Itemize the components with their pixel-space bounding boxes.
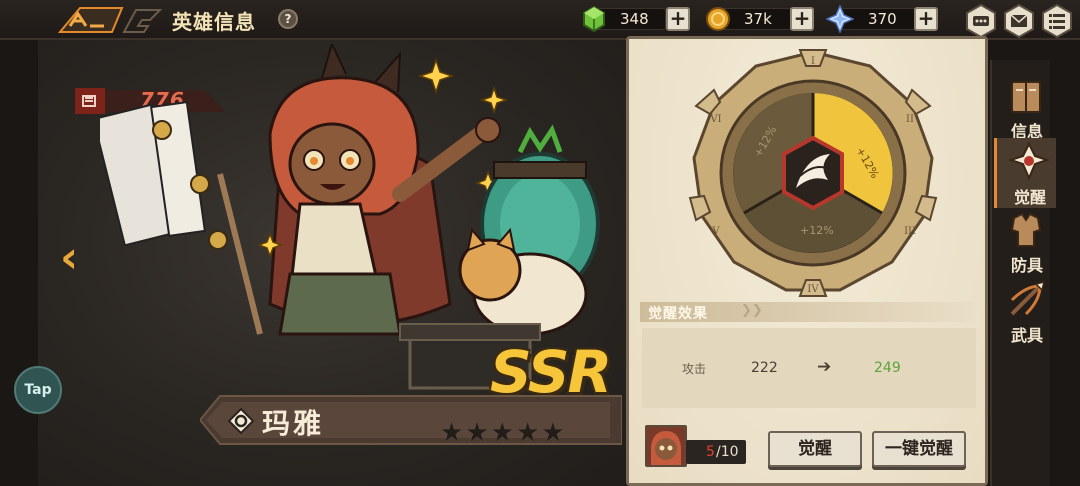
star-rating: ★ ★ ★ ★ ★ [440, 420, 565, 446]
roman-numeral: II [906, 114, 914, 125]
awakening-dial: I II III IV V VI +12% +12% +12% [688, 49, 938, 297]
shard-max: /10 [716, 444, 739, 460]
back-logo-icon[interactable] [52, 4, 162, 36]
resource-gems: 348 + [580, 5, 690, 33]
tap-button[interactable]: Tap [14, 366, 62, 414]
crystal-icon [826, 5, 854, 33]
star-icon: ★ [541, 418, 565, 448]
prev-hero-arrow[interactable]: ‹ [60, 232, 78, 283]
awaken-all-button[interactable]: 一键觉醒 [872, 431, 966, 467]
stat-next: 249 [874, 360, 901, 376]
roman-numeral: III [904, 226, 916, 237]
awaken-button[interactable]: 觉醒 [768, 431, 862, 467]
tab-label: 防具 [1010, 256, 1043, 275]
talisman-staff-icon [100, 100, 263, 335]
menu-icon[interactable] [1040, 4, 1074, 38]
gold-coin-icon [706, 7, 730, 31]
star-icon: ★ [490, 418, 514, 448]
tab-label: 觉醒 [1013, 188, 1046, 207]
add-coins-button[interactable]: + [790, 7, 814, 31]
page-title: 英雄信息 [172, 10, 256, 34]
stat-label: 攻击 [682, 362, 707, 376]
star-icon: ★ [465, 418, 489, 448]
green-gem-icon [583, 5, 605, 33]
effects-title: 觉醒效果 [648, 306, 708, 322]
star-icon: ★ [515, 418, 540, 448]
chat-icon[interactable] [964, 4, 998, 38]
roman-numeral: I [811, 56, 815, 67]
roman-numeral: V [711, 226, 720, 237]
hero-name: 玛雅 [262, 407, 325, 440]
roman-numeral: IV [807, 284, 819, 295]
star-icon: ★ [440, 418, 464, 448]
chevrons-icon: ❯❯ [741, 303, 763, 318]
armor-icon [1010, 212, 1042, 247]
tab-info[interactable]: 信息 [994, 72, 1056, 142]
add-gems-button[interactable]: + [666, 7, 690, 31]
gems-value: 348 [620, 10, 649, 28]
top-bar: 英雄信息 ? 348 + 37k + 370 + [0, 0, 1080, 40]
crystals-value: 370 [868, 10, 897, 28]
stat-current: 222 [751, 360, 778, 376]
arrow-right-icon: ➔ [817, 357, 832, 377]
resource-crystals: 370 + [826, 5, 940, 33]
hero-face-icon [647, 427, 685, 465]
hero-shard-avatar [645, 425, 687, 467]
awaken-emblem-icon [1009, 142, 1049, 181]
crossbow-icon [1010, 280, 1046, 316]
coins-value: 37k [744, 10, 772, 28]
mail-icon[interactable] [1002, 4, 1036, 38]
add-crystals-button[interactable]: + [914, 7, 938, 31]
hero-class-icon [228, 408, 254, 434]
segment-bonus: +12% [800, 224, 834, 237]
book-icon [1011, 81, 1041, 113]
tab-weapon[interactable]: 武具 [994, 276, 1056, 346]
resource-coins: 37k + [704, 6, 816, 32]
shard-current: 5 [706, 444, 715, 460]
tab-awaken[interactable]: 觉醒 [994, 138, 1056, 208]
help-button[interactable]: ? [278, 9, 298, 29]
tab-label: 武具 [1010, 326, 1043, 345]
tab-armor[interactable]: 防具 [994, 206, 1056, 276]
roman-numeral: VI [709, 114, 721, 125]
